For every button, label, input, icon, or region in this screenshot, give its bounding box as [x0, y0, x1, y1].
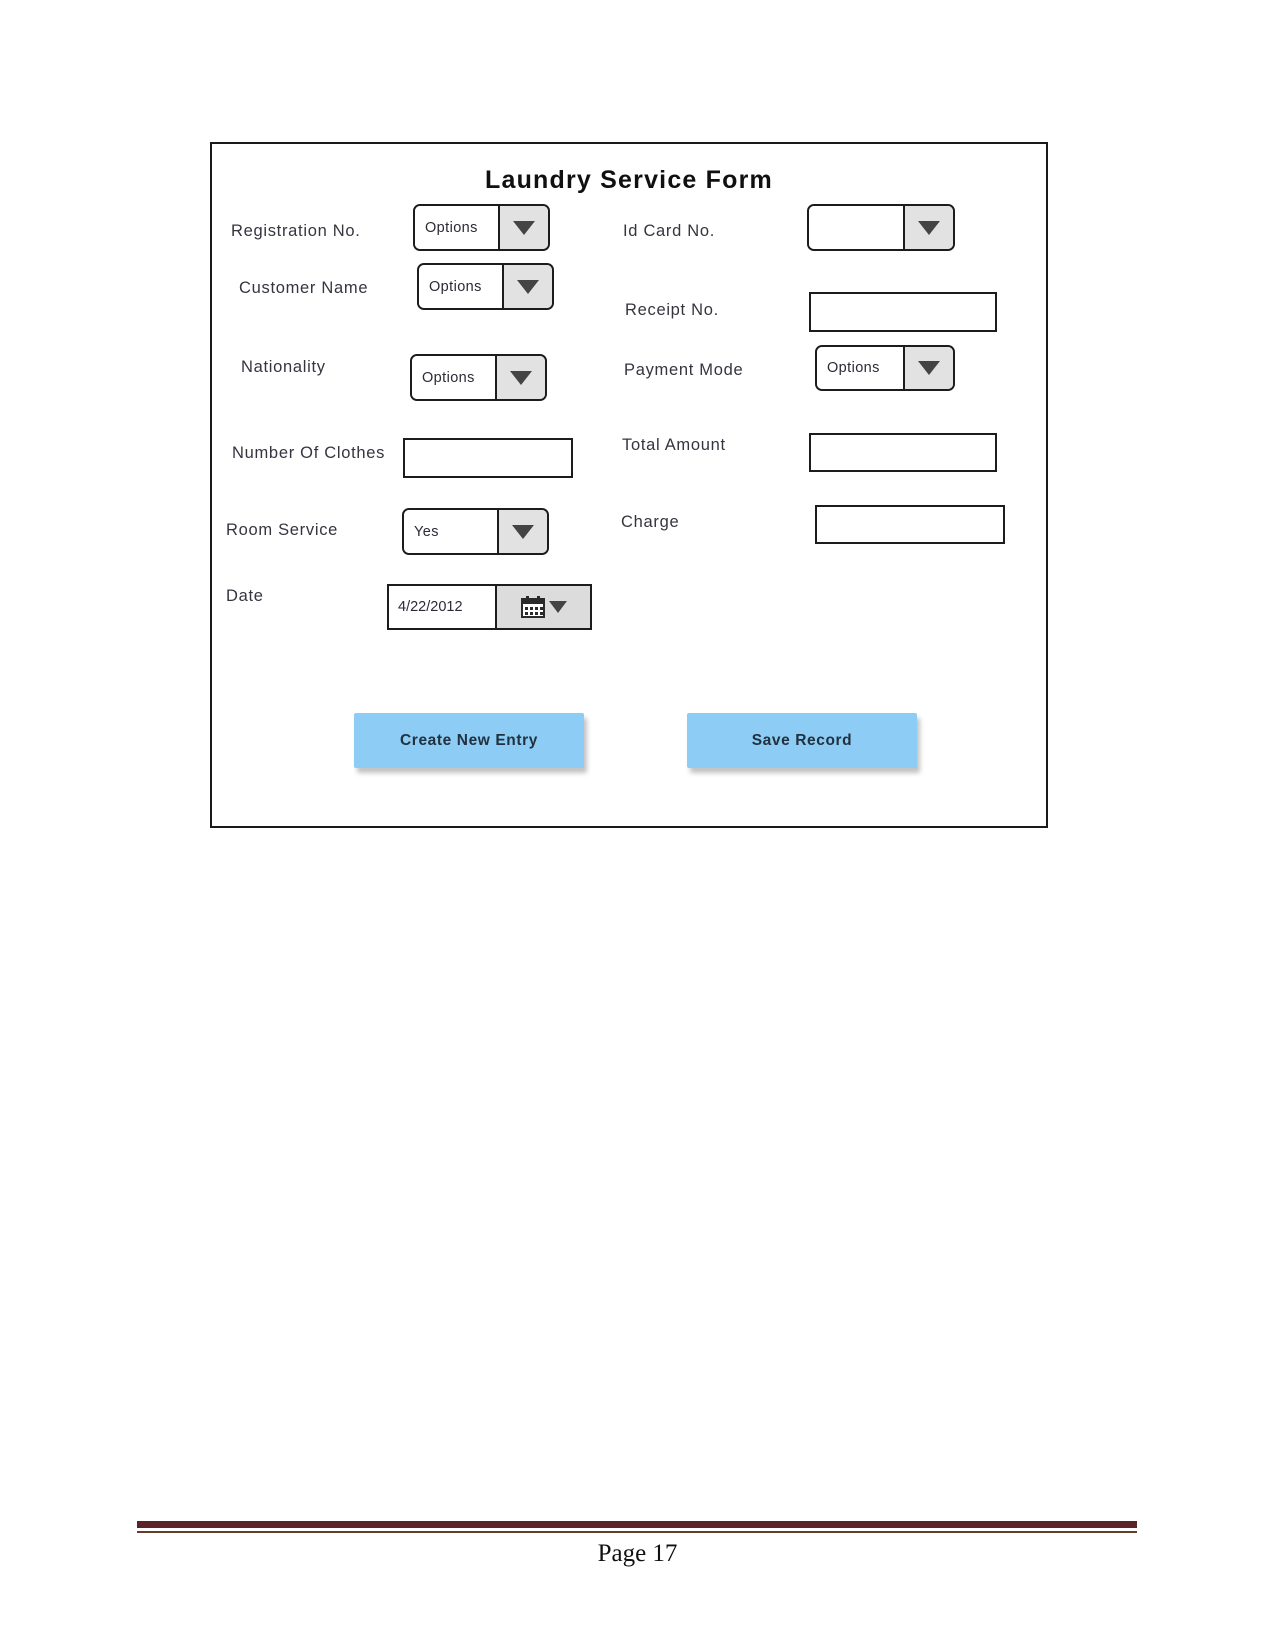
- datepicker-date[interactable]: 4/22/2012: [387, 584, 592, 630]
- footer-rule-thin: [137, 1531, 1137, 1533]
- chevron-down-icon[interactable]: [549, 601, 567, 613]
- dropdown-customer-name-value: Options: [419, 265, 502, 308]
- input-charge[interactable]: [815, 505, 1005, 544]
- label-room-service: Room Service: [226, 521, 339, 539]
- label-total-amount: Total Amount: [622, 436, 726, 454]
- document-page: Laundry Service Form Registration No. Op…: [0, 0, 1275, 1651]
- dropdown-room-service[interactable]: Yes: [402, 508, 549, 555]
- page-title: Laundry Service Form: [485, 166, 773, 194]
- datepicker-button[interactable]: [495, 586, 590, 628]
- dropdown-id-card-no-value: [809, 206, 903, 249]
- input-total-amount-value: [811, 435, 995, 447]
- dropdown-id-card-no[interactable]: [807, 204, 955, 251]
- input-receipt-no[interactable]: [809, 292, 997, 332]
- chevron-down-icon[interactable]: [502, 265, 552, 308]
- footer-rule-thick: [137, 1521, 1137, 1528]
- dropdown-payment-mode-value: Options: [817, 347, 903, 389]
- create-new-entry-button[interactable]: Create New Entry: [354, 713, 584, 768]
- dropdown-registration-no-value: Options: [415, 206, 498, 249]
- label-charge: Charge: [621, 513, 680, 531]
- dropdown-customer-name[interactable]: Options: [417, 263, 554, 310]
- label-number-of-clothes: Number Of Clothes: [232, 444, 386, 462]
- label-payment-mode: Payment Mode: [624, 361, 744, 379]
- datepicker-date-value: 4/22/2012: [398, 599, 463, 615]
- dropdown-registration-no[interactable]: Options: [413, 204, 550, 251]
- chevron-down-icon[interactable]: [903, 347, 953, 389]
- label-registration-no: Registration No.: [231, 222, 361, 240]
- label-receipt-no: Receipt No.: [625, 301, 719, 319]
- chevron-down-icon[interactable]: [903, 206, 953, 249]
- chevron-down-icon[interactable]: [497, 510, 547, 553]
- footer-page-number: Page 17: [597, 1540, 678, 1567]
- input-number-of-clothes-value: [405, 440, 571, 452]
- dropdown-nationality-value: Options: [412, 356, 495, 399]
- input-number-of-clothes[interactable]: [403, 438, 573, 478]
- label-customer-name: Customer Name: [239, 279, 369, 297]
- label-id-card-no: Id Card No.: [623, 222, 716, 240]
- input-total-amount[interactable]: [809, 433, 997, 472]
- dropdown-payment-mode[interactable]: Options: [815, 345, 955, 391]
- input-receipt-no-value: [811, 294, 995, 306]
- chevron-down-icon[interactable]: [498, 206, 548, 249]
- label-nationality: Nationality: [241, 358, 326, 376]
- dropdown-room-service-value: Yes: [404, 510, 497, 553]
- calendar-icon: [520, 595, 546, 619]
- input-charge-value: [817, 507, 1003, 519]
- label-date: Date: [226, 587, 264, 605]
- dropdown-nationality[interactable]: Options: [410, 354, 547, 401]
- save-record-button[interactable]: Save Record: [687, 713, 917, 768]
- laundry-service-form: Laundry Service Form Registration No. Op…: [210, 142, 1048, 828]
- chevron-down-icon[interactable]: [495, 356, 545, 399]
